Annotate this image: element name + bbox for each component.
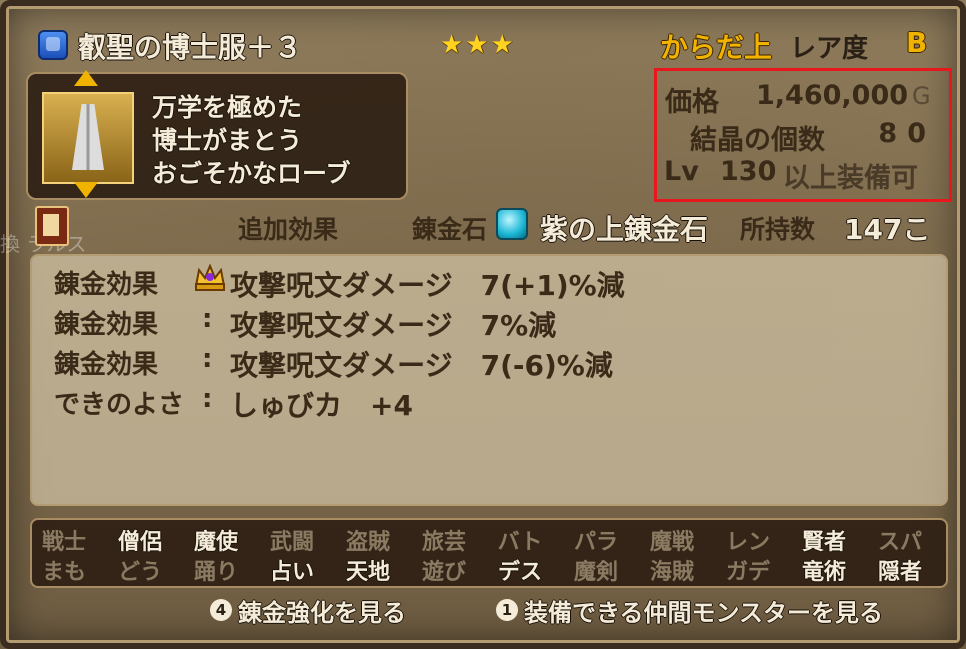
description-line: 万学を極めた — [152, 93, 303, 122]
scroll-down-arrow-icon[interactable] — [74, 182, 98, 198]
quality-label: できのよさ — [54, 390, 185, 420]
job-label: 踊り — [193, 560, 238, 585]
job-label: 僧侶 — [117, 530, 162, 555]
job-label: 遊び — [421, 560, 466, 585]
item-name: 叡聖の博士服＋３ — [78, 31, 303, 64]
view-alchemy-label: 錬金強化を見る — [238, 598, 406, 627]
crown-icon — [194, 263, 226, 291]
job-label: 武闘 — [269, 530, 314, 555]
level-prefix: Lv — [664, 156, 699, 187]
level-suffix: 以上装備可 — [783, 163, 918, 194]
job-label: 海賊 — [649, 560, 694, 585]
job-label: まも — [41, 560, 86, 585]
job-label: ガデ — [725, 560, 770, 585]
job-label: 竜術 — [801, 560, 846, 585]
alchemy-stone-label: 錬金石 — [412, 215, 488, 244]
rarity-stars: ★★★ — [440, 30, 516, 60]
job-label: バト — [497, 530, 543, 555]
job-label: 戦士 — [41, 530, 86, 555]
job-label: 占い — [269, 560, 314, 585]
robe-icon — [72, 104, 104, 170]
effect-text: 攻撃呪文ダメージ 7%減 — [230, 309, 557, 342]
job-label: 魔剣 — [573, 560, 618, 585]
effect-label: 錬金効果 — [54, 350, 159, 380]
job-label: スパ — [877, 530, 922, 555]
effect-text: 攻撃呪文ダメージ 7(+1)%減 — [230, 269, 625, 302]
job-label: 魔使 — [193, 530, 238, 555]
view-alchemy-button[interactable]: 4 錬金強化を見る — [210, 596, 406, 627]
job-label: 魔戦 — [649, 530, 694, 555]
job-label: 天地 — [345, 560, 390, 585]
body-armor-icon — [38, 30, 68, 60]
scroll-up-arrow-icon[interactable] — [74, 70, 98, 86]
view-monsters-label: 装備できる仲間モンスターを見る — [524, 598, 884, 627]
rarity-value: B — [906, 26, 928, 59]
alchemy-stone-name: 紫の上錬金石 — [540, 213, 709, 246]
equip-slot: からだ上 — [660, 31, 773, 64]
owned-count-value: 147こ — [844, 213, 931, 246]
view-monsters-button[interactable]: 1 装備できる仲間モンスターを見る — [496, 596, 883, 627]
effect-separator: : — [202, 384, 213, 414]
effect-label: 錬金効果 — [54, 310, 159, 340]
effect-label: 錬金効果 — [54, 270, 159, 300]
job-label: 賢者 — [801, 530, 846, 555]
price-value: 1,460,000 — [756, 80, 909, 111]
level-value: 130 — [720, 156, 777, 187]
job-label: デス — [497, 560, 542, 585]
book-icon[interactable] — [35, 206, 69, 246]
rarity-label: レア度 — [790, 34, 869, 64]
quality-text: しゅびカ +4 — [230, 389, 413, 422]
job-label: 盗賊 — [345, 530, 390, 555]
effect-separator: : — [202, 344, 213, 374]
description-line: 博士がまとう — [152, 126, 303, 155]
price-unit: G — [912, 82, 931, 110]
job-label: レン — [725, 530, 770, 555]
job-label: 隠者 — [877, 560, 922, 585]
alchemy-stone-icon — [496, 208, 528, 240]
crystal-value: 80 — [878, 118, 936, 149]
item-portrait — [42, 92, 134, 184]
job-label: どう — [117, 560, 162, 585]
button-1-icon: 1 — [496, 599, 518, 621]
crystal-label: 結晶の個数 — [690, 125, 825, 156]
item-detail-panel: 叡聖の博士服＋３ ★★★ からだ上 レア度 B 万学を極めた 博士がまとう おご… — [0, 0, 966, 649]
effect-separator: : — [202, 304, 213, 334]
price-label: 価格 — [665, 87, 719, 118]
effect-text: 攻撃呪文ダメージ 7(-6)%減 — [230, 349, 613, 382]
owned-count-label: 所持数 — [740, 215, 816, 244]
button-4-icon: 4 — [210, 599, 232, 621]
job-label: パラ — [573, 530, 618, 555]
description-line: おごそかなローブ — [152, 159, 351, 188]
job-label: 旅芸 — [421, 530, 466, 555]
extra-effect-label: 追加効果 — [238, 215, 339, 244]
